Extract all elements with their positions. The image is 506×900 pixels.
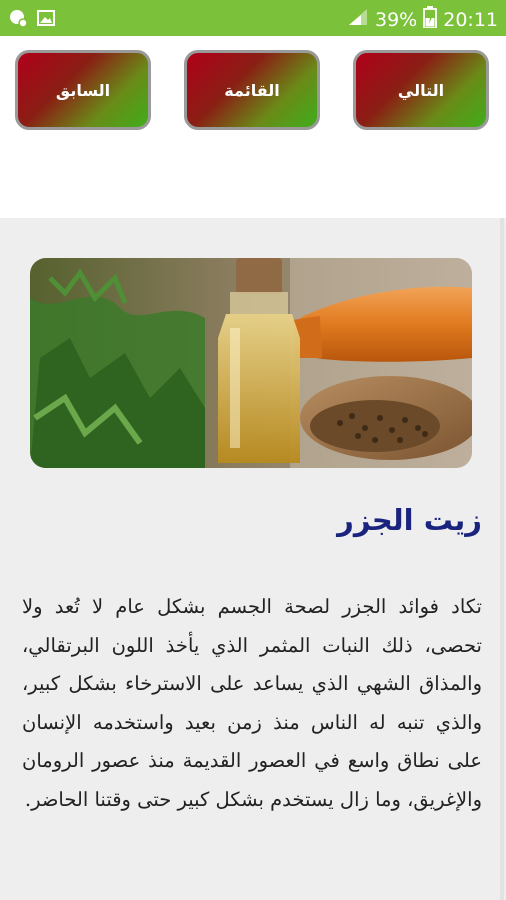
previous-button[interactable]: السابق bbox=[15, 50, 151, 130]
navigation-bar: السابق القائمة التالي bbox=[0, 50, 506, 134]
article-title: زيت الجزر bbox=[337, 503, 482, 537]
list-button[interactable]: القائمة bbox=[184, 50, 320, 130]
carrot-oil-image bbox=[30, 258, 472, 468]
signal-icon bbox=[347, 7, 369, 32]
scrollbar[interactable] bbox=[500, 218, 504, 900]
messaging-icon bbox=[8, 8, 28, 32]
next-button[interactable]: التالي bbox=[353, 50, 489, 130]
status-left bbox=[8, 8, 56, 32]
status-right: 39% 20:11 bbox=[347, 6, 498, 33]
battery-percent: 39% bbox=[375, 8, 418, 31]
article-body: تكاد فوائد الجزر لصحة الجسم بشكل عام لا … bbox=[22, 595, 482, 811]
battery-charging-icon bbox=[423, 6, 438, 33]
image-icon bbox=[36, 8, 56, 32]
clock: 20:11 bbox=[443, 8, 498, 31]
status-bar: 39% 20:11 bbox=[0, 0, 506, 36]
